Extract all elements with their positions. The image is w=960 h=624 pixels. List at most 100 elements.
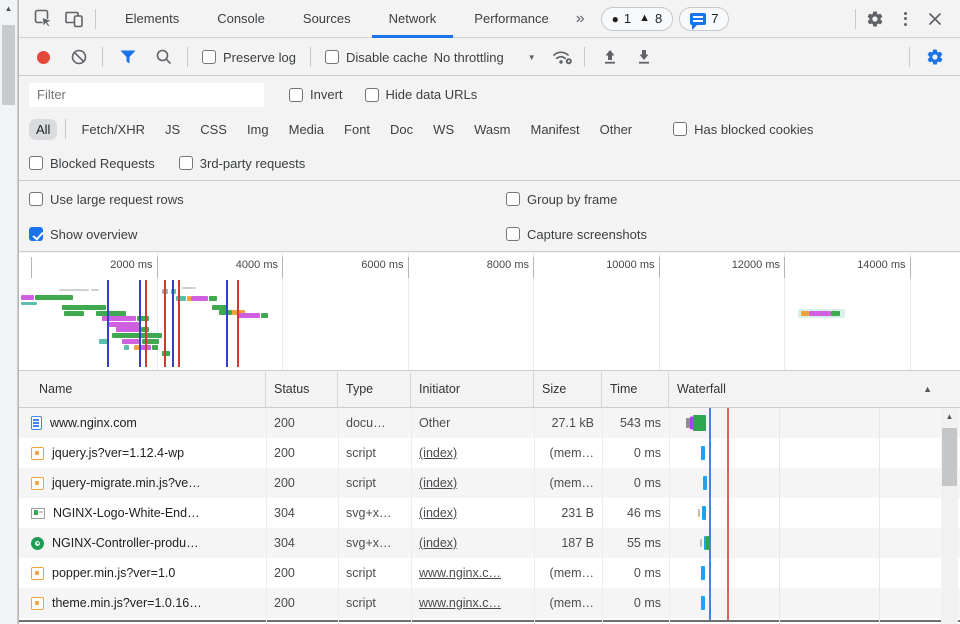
request-initiator-link[interactable]: (index) — [419, 536, 457, 550]
checkbox-box[interactable] — [29, 192, 43, 206]
type-filter-img[interactable]: Img — [240, 119, 276, 140]
column-header-size[interactable]: Size — [534, 372, 602, 407]
type-filter-wasm[interactable]: Wasm — [467, 119, 517, 140]
request-status-cell[interactable]: 200 — [266, 408, 338, 438]
request-status-cell[interactable]: 200 — [266, 468, 338, 498]
request-status-cell[interactable]: 200 — [266, 558, 338, 588]
request-initiator-cell[interactable]: www.nginx.c… — [411, 558, 534, 588]
more-tabs-button[interactable]: » — [568, 10, 593, 28]
request-status-cell[interactable]: 200 — [266, 438, 338, 468]
device-toolbar-icon[interactable] — [59, 5, 89, 33]
request-time-cell[interactable]: 0 ms — [602, 588, 669, 618]
table-row[interactable]: NGINX-Logo-White-End…304svg+x…(index)231… — [19, 498, 960, 528]
hide-data-urls-checkbox[interactable]: Hide data URLs — [365, 87, 478, 102]
column-header-time[interactable]: Time — [602, 372, 669, 407]
request-initiator-cell[interactable]: (index) — [411, 468, 534, 498]
type-filter-css[interactable]: CSS — [193, 119, 234, 140]
request-name-cell[interactable]: NGINX-Logo-White-End… — [19, 498, 266, 528]
page-scrollbar-thumb[interactable] — [2, 25, 15, 105]
checkbox-box[interactable] — [673, 122, 687, 136]
request-time-cell[interactable]: 46 ms — [602, 498, 669, 528]
request-name-cell[interactable]: jquery.js?ver=1.12.4-wp — [19, 438, 266, 468]
column-header-status[interactable]: Status — [266, 372, 338, 407]
column-header-name[interactable]: Name — [19, 372, 266, 407]
checkbox-box[interactable] — [29, 156, 43, 170]
type-filter-media[interactable]: Media — [282, 119, 331, 140]
request-type-cell[interactable]: svg+x… — [338, 528, 411, 558]
table-row[interactable]: www.nginx.com200docu…Other27.1 kB543 ms — [19, 408, 960, 438]
clear-icon[interactable] — [66, 44, 92, 70]
table-row[interactable]: NGINX-Controller-produ…304svg+x…(index)1… — [19, 528, 960, 558]
inspect-element-icon[interactable] — [29, 5, 59, 33]
type-filter-ws[interactable]: WS — [426, 119, 461, 140]
request-time-cell[interactable]: 543 ms — [602, 408, 669, 438]
tab-network[interactable]: Network — [370, 0, 456, 38]
type-filter-font[interactable]: Font — [337, 119, 377, 140]
request-name-cell[interactable]: www.nginx.com — [19, 408, 266, 438]
request-size-cell[interactable]: 231 B — [534, 498, 602, 528]
request-time-cell[interactable]: 0 ms — [602, 468, 669, 498]
network-filter-input[interactable] — [29, 83, 264, 107]
request-type-cell[interactable]: docu… — [338, 408, 411, 438]
column-header-initiator[interactable]: Initiator — [411, 372, 534, 407]
table-scrollbar-thumb[interactable] — [942, 428, 957, 486]
scrollbar-up-icon[interactable]: ▲ — [941, 412, 958, 421]
use-large-rows-checkbox[interactable]: Use large request rows — [29, 192, 184, 207]
blocked-requests-checkbox[interactable]: Blocked Requests — [29, 156, 155, 171]
table-scrollbar[interactable]: ▲ — [941, 408, 958, 624]
request-time-cell[interactable]: 0 ms — [602, 558, 669, 588]
request-initiator-link[interactable]: (index) — [419, 476, 457, 490]
request-initiator-cell[interactable]: www.nginx.c… — [411, 588, 534, 618]
request-size-cell[interactable]: (mem… — [534, 588, 602, 618]
network-conditions-icon[interactable] — [550, 44, 576, 70]
type-filter-other[interactable]: Other — [593, 119, 640, 140]
type-filter-all[interactable]: All — [29, 119, 57, 140]
request-type-cell[interactable]: script — [338, 438, 411, 468]
sort-ascending-icon[interactable]: ▲ — [923, 372, 932, 407]
request-waterfall-cell[interactable] — [669, 558, 960, 588]
request-waterfall-cell[interactable] — [669, 408, 960, 438]
request-initiator-cell[interactable]: Other — [411, 408, 534, 438]
checkbox-box[interactable] — [365, 88, 379, 102]
issues-badge[interactable]: 7 — [679, 7, 729, 31]
request-status-cell[interactable]: 304 — [266, 498, 338, 528]
settings-gear-icon[interactable] — [860, 5, 890, 33]
checkbox-box[interactable] — [289, 88, 303, 102]
checkbox-box[interactable] — [325, 50, 339, 64]
request-initiator-link[interactable]: (index) — [419, 506, 457, 520]
show-overview-checkbox[interactable]: Show overview — [29, 227, 137, 242]
table-row[interactable]: popper.min.js?ver=1.0200script www.nginx.… — [19, 558, 960, 588]
request-name-cell[interactable]: theme.min.js?ver=1.0.16… — [19, 588, 266, 618]
more-options-icon[interactable] — [890, 5, 920, 33]
request-time-cell[interactable]: 0 ms — [602, 438, 669, 468]
scrollbar-up-icon[interactable]: ▲ — [3, 3, 14, 14]
request-initiator-link[interactable]: (index) — [419, 446, 457, 460]
network-overview-timeline[interactable]: 2000 ms4000 ms6000 ms8000 ms10000 ms1200… — [19, 253, 960, 371]
group-by-frame-checkbox[interactable]: Group by frame — [506, 192, 617, 207]
tab-sources[interactable]: Sources — [284, 0, 370, 38]
checkbox-box[interactable] — [506, 227, 520, 241]
third-party-requests-checkbox[interactable]: 3rd-party requests — [179, 156, 306, 171]
request-waterfall-cell[interactable] — [669, 588, 960, 618]
request-waterfall-cell[interactable] — [669, 438, 960, 468]
request-initiator-link[interactable]: www.nginx.c… — [419, 566, 501, 580]
request-name-cell[interactable]: NGINX-Controller-produ… — [19, 528, 266, 558]
request-size-cell[interactable]: (mem… — [534, 438, 602, 468]
column-header-waterfall[interactable]: Waterfall ▲ — [669, 372, 960, 407]
checkbox-box[interactable] — [202, 50, 216, 64]
column-header-type[interactable]: Type — [338, 372, 411, 407]
invert-checkbox[interactable]: Invert — [289, 87, 343, 102]
request-type-cell[interactable]: script — [338, 468, 411, 498]
page-scrollbar[interactable]: ▲ — [0, 0, 18, 624]
request-size-cell[interactable]: (mem… — [534, 468, 602, 498]
request-waterfall-cell[interactable] — [669, 528, 960, 558]
checkbox-box[interactable] — [179, 156, 193, 170]
table-row[interactable]: theme.min.js?ver=1.0.16…200scriptwww.ngi… — [19, 588, 960, 618]
request-initiator-cell[interactable]: (index) — [411, 528, 534, 558]
request-name-cell[interactable]: popper.min.js?ver=1.0 — [19, 558, 266, 588]
close-icon[interactable] — [920, 5, 950, 33]
request-time-cell[interactable]: 55 ms — [602, 528, 669, 558]
request-type-cell[interactable]: script — [338, 558, 411, 588]
request-type-cell[interactable]: script — [338, 588, 411, 618]
tab-elements[interactable]: Elements — [106, 0, 198, 38]
